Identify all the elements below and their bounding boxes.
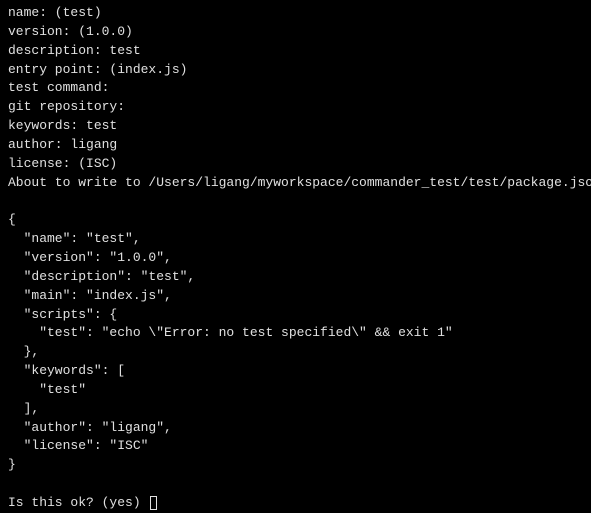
json-line: ], xyxy=(8,400,583,419)
json-line: "main": "index.js", xyxy=(8,287,583,306)
prompt-license: license: (ISC) xyxy=(8,155,583,174)
confirm-prompt[interactable]: Is this ok? (yes) xyxy=(8,494,583,513)
json-line: "test" xyxy=(8,381,583,400)
json-line: "name": "test", xyxy=(8,230,583,249)
prompt-name: name: (test) xyxy=(8,4,583,23)
prompt-author: author: ligang xyxy=(8,136,583,155)
prompt-git-repository: git repository: xyxy=(8,98,583,117)
json-line: "version": "1.0.0", xyxy=(8,249,583,268)
confirm-text: Is this ok? (yes) xyxy=(8,494,148,513)
prompt-description: description: test xyxy=(8,42,583,61)
json-line: "description": "test", xyxy=(8,268,583,287)
terminal-output: name: (test) version: (1.0.0) descriptio… xyxy=(8,4,583,513)
json-line: } xyxy=(8,456,583,475)
json-line: "author": "ligang", xyxy=(8,419,583,438)
json-line: "license": "ISC" xyxy=(8,437,583,456)
prompt-entry-point: entry point: (index.js) xyxy=(8,61,583,80)
about-to-write: About to write to /Users/ligang/myworksp… xyxy=(8,174,583,193)
prompt-test-command: test command: xyxy=(8,79,583,98)
json-line: }, xyxy=(8,343,583,362)
blank-line xyxy=(8,475,583,494)
json-line: "test": "echo \"Error: no test specified… xyxy=(8,324,583,343)
blank-line xyxy=(8,192,583,211)
json-line: { xyxy=(8,211,583,230)
cursor-icon xyxy=(150,496,157,510)
json-line: "scripts": { xyxy=(8,306,583,325)
json-line: "keywords": [ xyxy=(8,362,583,381)
prompt-version: version: (1.0.0) xyxy=(8,23,583,42)
prompt-keywords: keywords: test xyxy=(8,117,583,136)
